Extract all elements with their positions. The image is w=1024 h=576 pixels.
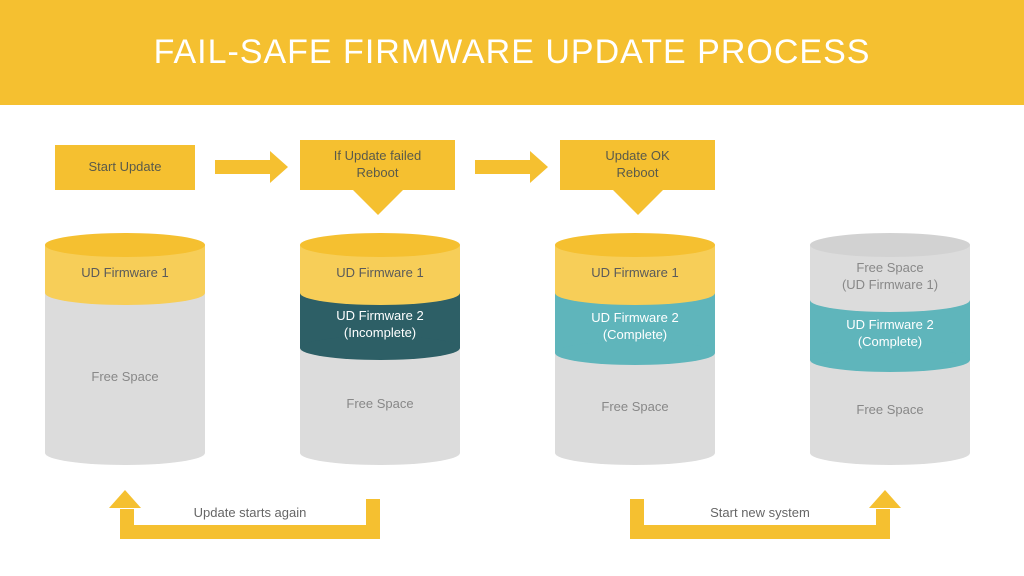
segment-label: UD Firmware 1	[81, 257, 168, 282]
segment-label: Free Space	[91, 361, 158, 386]
arrow-update-starts-again	[120, 525, 380, 539]
segment-firmware2-complete: UD Firmware 2 (Complete)	[810, 300, 970, 360]
arrow-icon	[475, 160, 530, 174]
callout-update-ok: Update OK Reboot	[560, 140, 715, 190]
callout-label: Reboot	[357, 165, 399, 182]
segment-label: UD Firmware 2 (Complete)	[846, 309, 933, 351]
segment-label: UD Firmware 1	[591, 257, 678, 282]
segment-label: Free Space (UD Firmware 1)	[842, 252, 938, 294]
cylinder-top	[300, 233, 460, 257]
callout-label: Update OK	[605, 148, 669, 165]
page-title: FAIL-SAFE FIRMWARE UPDATE PROCESS	[154, 33, 871, 72]
arrow-icon	[215, 160, 270, 174]
label-start-new-system: Start new system	[660, 505, 860, 520]
segment-firmware2-complete: UD Firmware 2 (Complete)	[555, 293, 715, 353]
segment-free-space: Free Space	[555, 353, 715, 453]
segment-label: UD Firmware 2 (Incomplete)	[336, 300, 423, 342]
segment-free-space: Free Space	[810, 360, 970, 453]
segment-label: Free Space	[601, 391, 668, 416]
cylinder-final-state: Free Space (UD Firmware 1) UD Firmware 2…	[810, 245, 970, 453]
cylinder-failed-state: UD Firmware 1 UD Firmware 2 (Incomplete)…	[300, 245, 460, 453]
cylinder-ok-state: UD Firmware 1 UD Firmware 2 (Complete) F…	[555, 245, 715, 453]
segment-free-space: Free Space	[300, 348, 460, 453]
callout-label: Start Update	[89, 159, 162, 176]
segment-free-space: Free Space	[45, 293, 205, 453]
segment-label: Free Space	[856, 394, 923, 419]
cylinder-initial-state: UD Firmware 1 Free Space	[45, 245, 205, 453]
callout-start-update: Start Update	[55, 145, 195, 190]
cylinder-top	[555, 233, 715, 257]
segment-label: UD Firmware 1	[336, 257, 423, 282]
callout-label: Reboot	[617, 165, 659, 182]
callout-update-failed: If Update failed Reboot	[300, 140, 455, 190]
label-update-starts-again: Update starts again	[150, 505, 350, 520]
header-banner: FAIL-SAFE FIRMWARE UPDATE PROCESS	[0, 0, 1024, 105]
cylinder-top	[810, 233, 970, 257]
segment-label: UD Firmware 2 (Complete)	[591, 302, 678, 344]
arrow-start-new-system	[630, 525, 890, 539]
cylinder-top	[45, 233, 205, 257]
diagram-area: Start Update If Update failed Reboot Upd…	[0, 105, 1024, 576]
segment-label: Free Space	[346, 388, 413, 413]
callout-label: If Update failed	[334, 148, 421, 165]
